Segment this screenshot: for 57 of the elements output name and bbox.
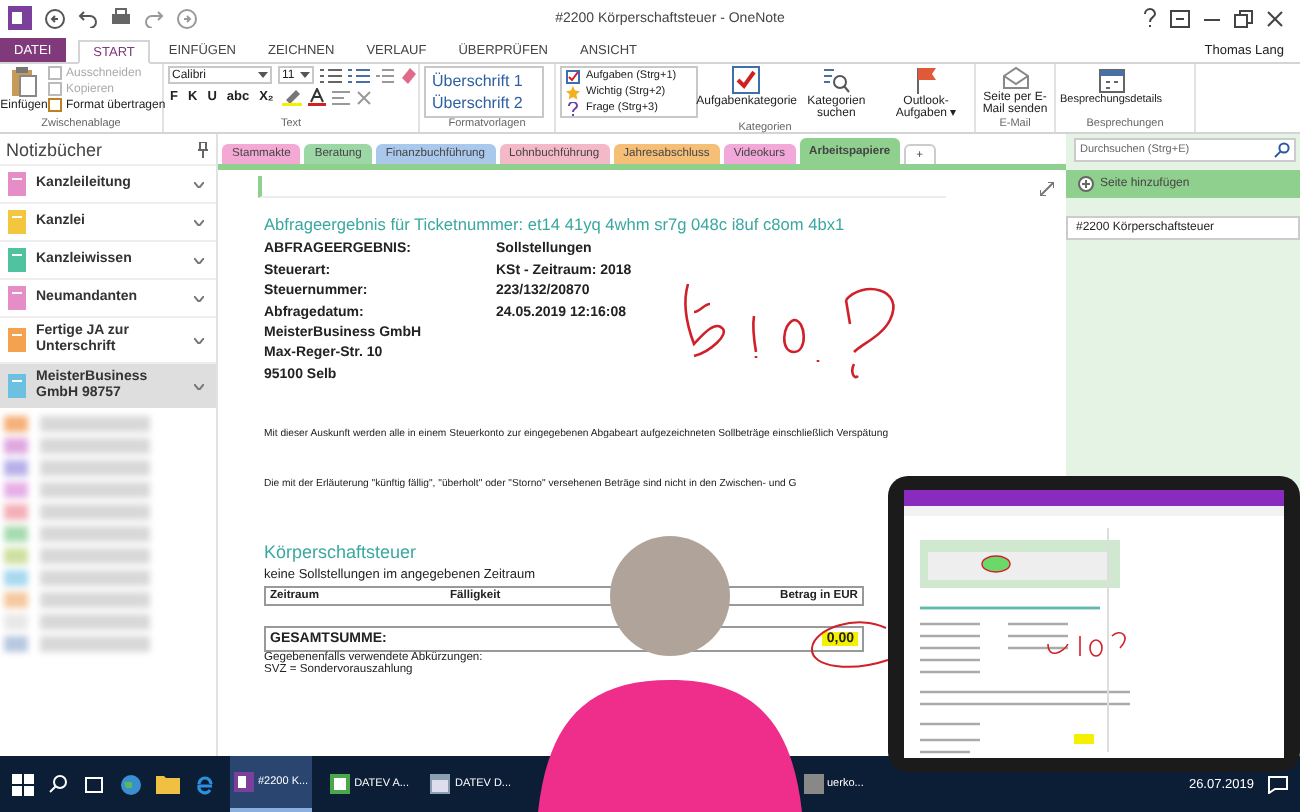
chevron-down-icon	[194, 181, 204, 187]
star-icon	[566, 85, 580, 99]
page-title-field[interactable]	[258, 176, 946, 198]
checkbox-icon	[732, 66, 761, 94]
search-icon	[1274, 142, 1290, 158]
ink-circle-drawing	[810, 618, 890, 670]
plus-circle-icon	[1078, 176, 1094, 192]
bullet-list-icon[interactable]	[320, 67, 342, 83]
delete-icon[interactable]	[355, 89, 372, 105]
envelope-icon	[1001, 66, 1029, 90]
print-icon[interactable]	[110, 8, 132, 28]
eraser-icon[interactable]	[400, 66, 418, 84]
chevron-down-icon	[194, 257, 204, 263]
windows-start-icon[interactable]	[12, 773, 34, 795]
chevron-down-icon	[194, 295, 204, 301]
numbered-list-icon[interactable]	[348, 67, 370, 83]
notebooks-title: Notizbücher	[6, 140, 103, 160]
document-icon	[330, 774, 351, 794]
fullscreen-icon[interactable]	[1170, 9, 1190, 27]
checkbox-icon	[566, 69, 580, 83]
calendar-icon	[1097, 66, 1126, 94]
undo-icon[interactable]	[78, 8, 98, 28]
ticket-heading: Abfrageergebnis für Ticketnummer: et14 41yq 4whm sr7g 048c i8uf c8om 4bx1	[264, 214, 845, 234]
notification-icon[interactable]	[1268, 775, 1288, 793]
caret-icon	[258, 72, 268, 78]
section-heading: Körperschaftsteuer	[264, 542, 417, 562]
heading-style-option[interactable]: Überschrift 2	[432, 92, 536, 114]
forward-icon[interactable]	[176, 7, 198, 29]
window-icon	[430, 774, 451, 794]
chevron-down-icon	[194, 219, 204, 225]
indent-icon[interactable]	[376, 67, 394, 83]
expand-icon[interactable]	[1040, 182, 1054, 196]
search-icon	[822, 66, 851, 94]
heading-style-option[interactable]: Überschrift 1	[432, 70, 536, 92]
restore-icon[interactable]	[1234, 9, 1254, 27]
font-color-icon[interactable]	[307, 88, 326, 106]
flag-icon	[914, 66, 938, 94]
browser-e-icon[interactable]	[194, 773, 216, 795]
folder-icon[interactable]	[156, 774, 180, 794]
back-icon[interactable]	[44, 7, 66, 29]
chevron-down-icon	[194, 383, 204, 390]
help-icon[interactable]	[1142, 8, 1158, 28]
task-view-icon[interactable]	[82, 775, 106, 793]
onenote-icon	[234, 772, 254, 792]
question-mark-icon	[566, 101, 580, 115]
chevron-down-icon	[194, 337, 204, 344]
clipboard-icon	[10, 66, 38, 98]
highlighter-icon[interactable]	[281, 88, 302, 106]
document-icon	[803, 774, 823, 794]
globe-icon[interactable]	[120, 773, 142, 795]
redo-icon[interactable]	[144, 8, 164, 28]
caret-icon	[300, 72, 310, 78]
styles-gallery[interactable]: Überschrift 1 Überschrift 2	[424, 66, 544, 118]
pin-icon[interactable]	[198, 142, 208, 158]
search-icon[interactable]	[48, 774, 68, 794]
close-icon[interactable]	[1266, 9, 1284, 27]
onenote-logo-icon	[8, 6, 32, 30]
